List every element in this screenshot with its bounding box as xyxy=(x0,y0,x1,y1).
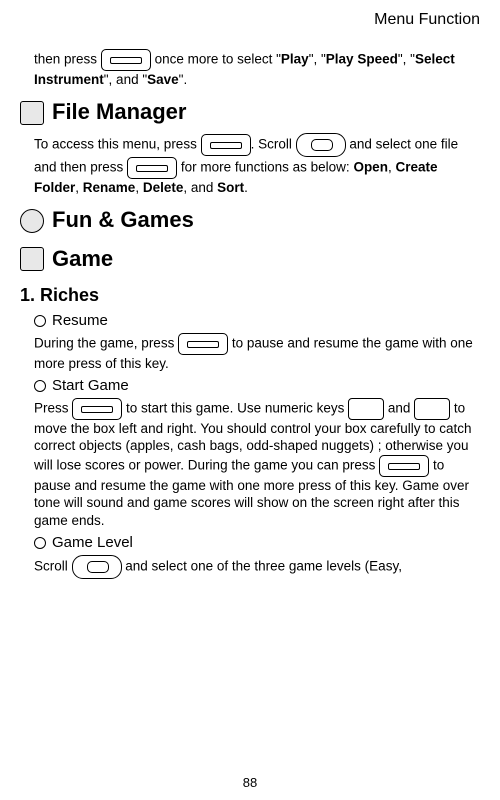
text: once more to select " xyxy=(155,51,281,66)
bullet-icon xyxy=(34,315,46,327)
page-header: Menu Function xyxy=(20,10,480,31)
soft-key-icon xyxy=(72,398,122,420)
bold: Delete xyxy=(143,180,184,195)
start-game-heading: Start Game xyxy=(34,376,480,396)
soft-key-icon xyxy=(127,157,177,179)
bold: Play xyxy=(281,51,309,66)
text: During the game, press xyxy=(34,335,178,350)
text: Press xyxy=(34,400,72,415)
numeric-key-icon xyxy=(414,398,450,420)
nav-key-icon xyxy=(72,555,122,579)
resume-paragraph: During the game, press to pause and resu… xyxy=(34,333,480,373)
text: , xyxy=(75,180,83,195)
text: ", " xyxy=(398,51,415,66)
text: to start this game. Use numeric keys xyxy=(126,400,348,415)
riches-heading: 1. Riches xyxy=(20,284,480,307)
page-number: 88 xyxy=(0,775,500,792)
bullet-icon xyxy=(34,537,46,549)
heading-text: Start Game xyxy=(52,376,129,396)
text: , xyxy=(135,180,143,195)
heading-text: Fun & Games xyxy=(52,206,194,235)
text: . Scroll xyxy=(251,137,296,152)
text: then press xyxy=(34,51,101,66)
bold: Save xyxy=(147,72,179,87)
bold: Rename xyxy=(83,180,136,195)
text: ". xyxy=(179,72,188,87)
text: for more functions as below: xyxy=(181,160,354,175)
text: and select one of the three game levels … xyxy=(125,558,402,573)
file-manager-paragraph: To access this menu, press . Scroll and … xyxy=(34,133,480,197)
file-manager-heading: File Manager xyxy=(20,98,480,127)
fun-games-heading: Fun & Games xyxy=(20,206,480,235)
bold: Sort xyxy=(217,180,244,195)
resume-heading: Resume xyxy=(34,311,480,331)
bold: Play Speed xyxy=(326,51,398,66)
text: . xyxy=(244,180,248,195)
text: ", and " xyxy=(104,72,147,87)
bold: Open xyxy=(353,160,388,175)
heading-text: Game Level xyxy=(52,533,133,553)
start-game-paragraph: Press to start this game. Use numeric ke… xyxy=(34,398,480,530)
game-level-heading: Game Level xyxy=(34,533,480,553)
game-heading: Game xyxy=(20,245,480,274)
circle-icon xyxy=(20,209,44,233)
text: , and xyxy=(183,180,217,195)
heading-text: File Manager xyxy=(52,98,186,127)
game-icon xyxy=(20,247,44,271)
top-paragraph: then press once more to select "Play", "… xyxy=(34,49,480,89)
heading-text: Game xyxy=(52,245,113,274)
text: To access this menu, press xyxy=(34,137,201,152)
game-level-paragraph: Scroll and select one of the three game … xyxy=(34,555,480,579)
soft-key-icon xyxy=(201,134,251,156)
text: and xyxy=(388,400,414,415)
soft-key-icon xyxy=(101,49,151,71)
soft-key-icon xyxy=(379,455,429,477)
folder-icon xyxy=(20,101,44,125)
bullet-icon xyxy=(34,380,46,392)
text: ", " xyxy=(309,51,326,66)
heading-text: Resume xyxy=(52,311,108,331)
numeric-key-icon xyxy=(348,398,384,420)
soft-key-icon xyxy=(178,333,228,355)
text: Scroll xyxy=(34,558,72,573)
nav-key-icon xyxy=(296,133,346,157)
